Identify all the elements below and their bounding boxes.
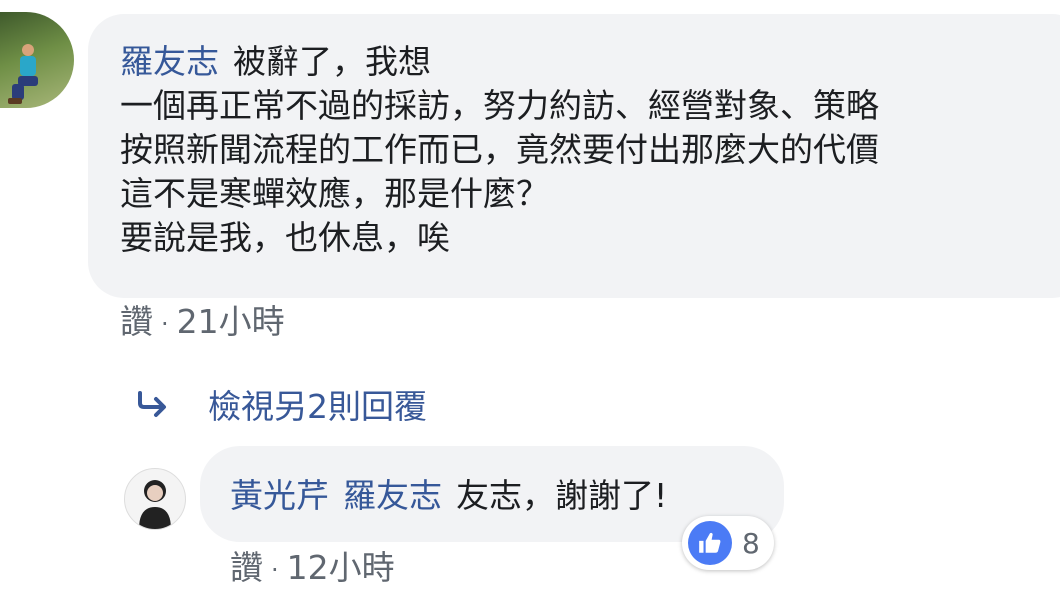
meta-separator: ·	[161, 309, 169, 338]
view-more-replies-link[interactable]: 檢視另2則回覆	[136, 380, 427, 428]
thumbs-up-icon	[688, 521, 732, 565]
meta-separator: ·	[271, 555, 279, 584]
reply-arrow-icon	[138, 391, 166, 417]
comment-line: 按照新聞流程的工作而已，竟然要付出那麼大的代價	[120, 130, 879, 169]
commenter-avatar[interactable]	[0, 12, 74, 108]
like-link[interactable]: 讚	[230, 548, 263, 587]
reply-author-link[interactable]: 黃光芹	[230, 476, 329, 515]
reply-text: 友志，謝謝了!	[456, 476, 668, 515]
comment-line: 被辭了，我想	[233, 42, 431, 81]
comment-timestamp[interactable]: 21小時	[177, 302, 285, 341]
comment-line: 這不是寒蟬效應，那是什麼？	[120, 174, 549, 213]
reaction-count: 8	[742, 526, 760, 560]
like-link[interactable]: 讚	[120, 302, 153, 341]
comment-meta: 讚 · 21小時	[120, 302, 285, 344]
comment-line: 一個再正常不過的採訪，努力約訪、經營對象、策略	[120, 86, 879, 125]
reaction-badge[interactable]: 8	[682, 516, 774, 570]
reply-meta: 讚 · 12小時	[230, 548, 395, 590]
reply-body: 黃光芹 羅友志 友志，謝謝了!	[230, 474, 667, 518]
view-more-replies-label: 檢視另2則回覆	[208, 387, 427, 426]
comment-author-link[interactable]: 羅友志	[120, 42, 219, 81]
person-photo-icon	[139, 480, 171, 529]
reply-avatar[interactable]	[124, 468, 186, 530]
mention-link[interactable]: 羅友志	[343, 476, 442, 515]
person-photo-icon	[8, 44, 38, 104]
comment-line: 要說是我，也休息，唉	[120, 218, 450, 257]
reply-timestamp[interactable]: 12小時	[287, 548, 395, 587]
comment-thread: 羅友志 被辭了，我想 一個再正常不過的採訪，努力約訪、經營對象、策略 按照新聞流程…	[0, 0, 1060, 596]
comment-body: 羅友志 被辭了，我想 一個再正常不過的採訪，努力約訪、經營對象、策略 按照新聞流程…	[120, 40, 1060, 260]
comment-first-line: 羅友志 被辭了，我想	[120, 40, 1060, 84]
